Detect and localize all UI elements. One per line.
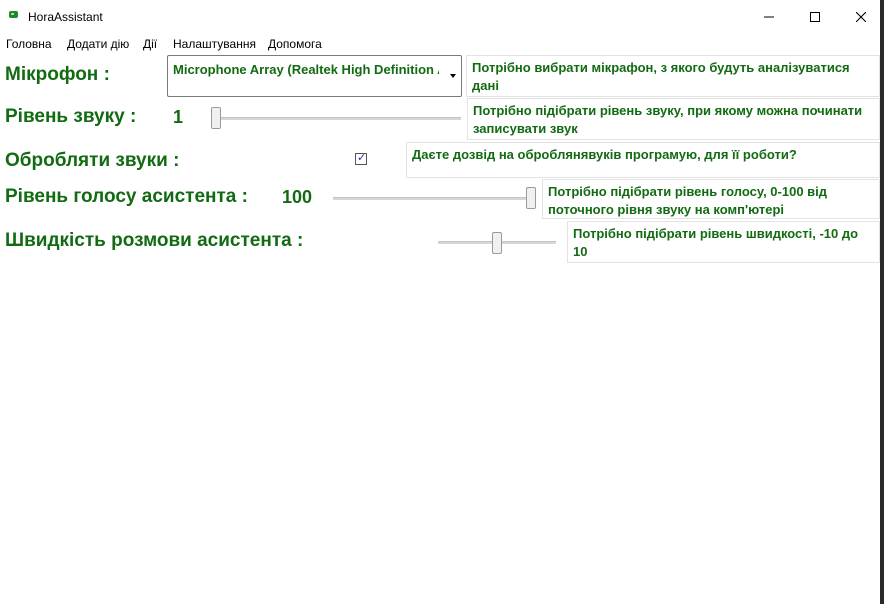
process-sounds-checkbox[interactable]: ✓ [355,151,367,165]
sound-level-value: 1 [173,107,184,127]
menu-item-settings[interactable]: Налаштування [173,37,256,51]
process-sounds-label: Обробляти звуки : [5,150,180,171]
voice-level-label: Рівень голосу асистента : [5,186,248,207]
window-title: HoraAssistant [28,10,103,24]
menu-item-home[interactable]: Головна [6,37,52,51]
speech-speed-hint: Потрібно підібрати рівень швидкості, -10… [567,221,880,263]
menu-item-help[interactable]: Допомога [268,37,322,51]
minimize-icon [764,16,774,17]
close-button[interactable] [838,0,884,33]
sound-level-slider[interactable] [211,107,221,129]
dropdown-arrow-icon [450,74,456,78]
microphone-select[interactable]: Microphone Array (Realtek High Definitio… [167,55,462,97]
speech-speed-slider[interactable] [492,232,502,254]
speech-speed-label: Швидкість розмови асистента : [5,230,304,251]
voice-level-slider[interactable] [526,187,536,209]
minimize-button[interactable] [746,0,792,33]
maximize-button[interactable] [792,0,838,33]
check-icon: ✓ [357,151,367,164]
menu-item-add-action[interactable]: Додати дію [67,37,129,51]
maximize-icon [810,11,820,22]
microphone-hint: Потрібно вибрати мікрафон, з якого будут… [466,55,880,97]
sound-level-hint: Потрібно підібрати рівень звуку, при яко… [467,98,880,140]
voice-level-hint: Потрібно підібрати рівень голосу, 0-100 … [542,179,880,219]
sound-level-label: Рівень звуку : [5,106,137,127]
sound-level-track [211,117,461,120]
voice-level-track [333,197,536,200]
microphone-select-value: Microphone Array (Realtek High Definitio… [173,62,439,77]
voice-level-value: 100 [282,187,313,207]
process-sounds-hint: Даєте дозвід на оброблянявуків програмую… [406,142,880,178]
title-bar[interactable]: HoraAssistant [0,0,884,33]
app-icon [9,11,18,18]
menu-bar: Головна Додати дію Дії Налаштування Допо… [0,34,880,54]
close-icon [856,11,866,22]
microphone-label: Мікрофон : [5,64,110,85]
menu-item-actions[interactable]: Дії [143,37,157,51]
window-edge [880,0,884,604]
